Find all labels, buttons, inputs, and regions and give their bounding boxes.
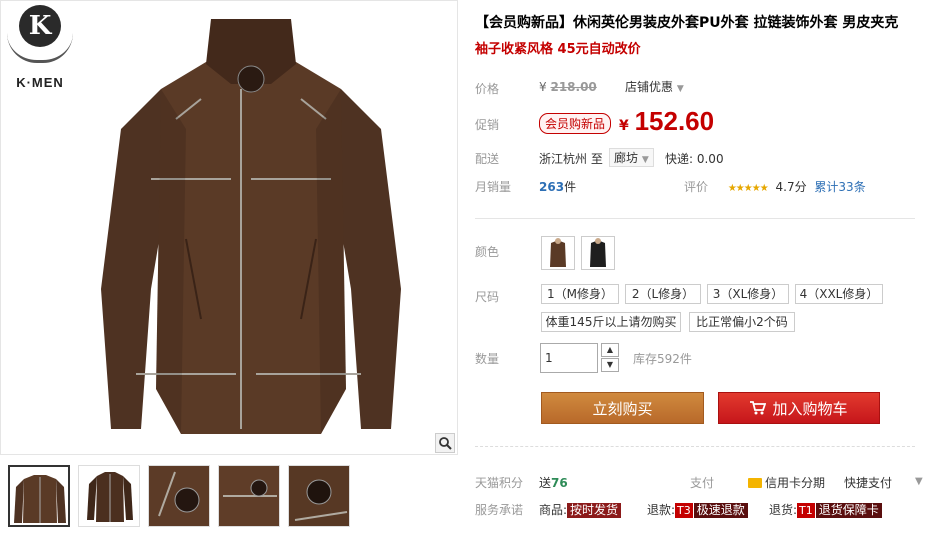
payment-label: 支付 [690, 476, 715, 490]
ship-to-city: 廊坊 [614, 151, 639, 165]
fast-refund-badge[interactable]: 极速退款 [693, 503, 748, 518]
size-option-l[interactable]: 2（L修身） [625, 284, 701, 304]
brand-logo: K K·MEN [5, 5, 75, 95]
promise-refund: 退款: T3 极速退款 [647, 501, 748, 518]
size-option-weight-note[interactable]: 体重145斤以上请勿购买 [541, 312, 681, 332]
orig-price: ¥ 218.00 [539, 80, 597, 94]
color-option-brown[interactable] [541, 236, 575, 270]
buy-now-button[interactable]: 立刻购买 [541, 392, 704, 424]
monthly-sales: 263件 [539, 178, 576, 195]
promise-label: 服务承诺 [475, 503, 524, 517]
quick-pay-option[interactable]: 快捷支付 [844, 474, 892, 491]
chevron-down-icon: ▼ [641, 155, 649, 165]
sales-unit: 件 [564, 180, 577, 194]
rating-label: 评价 [684, 180, 709, 194]
promise-goods-label: 商品: [539, 503, 568, 517]
thumbnail-detail-label [289, 466, 349, 526]
promo-currency: ¥ [619, 118, 629, 134]
jacket-image [101, 19, 401, 434]
quantity-input[interactable] [540, 343, 598, 373]
ship-from: 浙江杭州 至 [539, 150, 603, 167]
size-option-small-note[interactable]: 比正常偏小2个码 [689, 312, 795, 332]
quantity-increase-button[interactable]: ▲ [601, 343, 619, 357]
size-option-m[interactable]: 1（M修身） [541, 284, 619, 304]
credit-installment-option[interactable]: 信用卡分期 [748, 474, 825, 491]
chevron-down-icon: ▼ [676, 84, 684, 94]
product-subtitle: 袖子收紧风格 45元自动改价 [475, 42, 641, 57]
points-value: 送76 [539, 474, 568, 491]
quantity-decrease-button[interactable]: ▼ [601, 358, 619, 372]
points-text: 送 [539, 476, 552, 490]
thumbnail-jacket-alt [87, 472, 133, 522]
currency-symbol: ¥ [539, 80, 547, 94]
price-panel: 价格 ¥ 218.00 店铺优惠 ▼ 促销 会员购新品 ¥ 152.60 配送 … [475, 70, 930, 200]
promo-label: 促销 [475, 118, 500, 132]
color-swatch-brown-image [550, 238, 566, 267]
logo-wreath [7, 33, 73, 63]
thumbnail-jacket-front [14, 475, 66, 523]
sales-count: 263 [539, 180, 565, 194]
thumbnail-5[interactable] [288, 465, 350, 527]
shop-discount-label: 店铺优惠 [625, 80, 674, 94]
promise-return-label: 退货: [769, 503, 798, 517]
on-time-shipping-badge[interactable]: 按时发货 [567, 503, 622, 518]
ship-from-city: 浙江杭州 [539, 152, 588, 166]
thumbnail-strip [8, 465, 350, 527]
promo-price-value: 152.60 [634, 106, 715, 136]
chevron-down-icon[interactable]: ▼ [915, 476, 923, 487]
zoom-button[interactable] [435, 433, 455, 453]
shipping-label: 配送 [475, 152, 500, 166]
divider [475, 446, 915, 447]
refund-tier-tag: T3 [675, 503, 693, 518]
magnifier-icon [439, 437, 452, 450]
promise-refund-label: 退款: [647, 503, 676, 517]
points-label: 天猫积分 [475, 476, 524, 490]
ship-to-selector[interactable]: 廊坊 ▼ [609, 148, 654, 167]
promo-tag: 会员购新品 [539, 113, 612, 134]
main-product-image: K K·MEN [0, 0, 458, 455]
credit-installment-label: 信用卡分期 [765, 476, 826, 490]
rating-score: 4.7分 [775, 180, 807, 194]
product-gallery: K K·MEN [0, 0, 458, 535]
orig-price-label: 价格 [475, 82, 500, 96]
product-title: 【会员购新品】休闲英伦男装皮外套PU外套 拉链装饰外套 男皮夹克 [475, 15, 899, 31]
brand-logo-text: K·MEN [16, 75, 64, 90]
star-rating-icon: ★★★★★ [727, 183, 769, 194]
shop-discount-dropdown[interactable]: 店铺优惠 ▼ [625, 78, 684, 95]
stock-count: 库存592件 [633, 352, 692, 366]
thumbnail-4[interactable] [218, 465, 280, 527]
rating: 评价 ★★★★★ 4.7分 累计33条 [684, 178, 866, 195]
add-to-cart-button[interactable]: 加入购物车 [718, 392, 880, 424]
promise-return: 退货: T1 退货保障卡 [769, 501, 882, 518]
return-tier-tag: T1 [797, 503, 815, 518]
review-count-link[interactable]: 累计33条 [814, 180, 865, 194]
color-label: 颜色 [475, 245, 500, 259]
orig-price-value: 218.00 [550, 80, 597, 94]
thumbnail-detail-zip [219, 466, 279, 526]
divider [475, 218, 915, 219]
thumbnail-1[interactable] [8, 465, 70, 527]
promo-price: ¥ 152.60 [619, 106, 714, 137]
size-option-xl[interactable]: 3（XL修身） [707, 284, 789, 304]
return-guarantee-badge[interactable]: 退货保障卡 [815, 503, 882, 518]
size-option-xxl[interactable]: 4（XXL修身） [795, 284, 883, 304]
size-label: 尺码 [475, 290, 500, 304]
sales-label: 月销量 [475, 180, 512, 194]
shipping-fee: 快递: 0.00 [665, 152, 724, 166]
quantity-label: 数量 [475, 352, 500, 366]
points-number: 76 [551, 476, 568, 490]
thumbnail-2[interactable] [78, 465, 140, 527]
color-option-black[interactable] [581, 236, 615, 270]
ship-to-word: 至 [590, 152, 603, 166]
credit-card-icon [748, 477, 762, 488]
product-info: 【会员购新品】休闲英伦男装皮外套PU外套 拉链装饰外套 男皮夹克 袖子收紧风格 … [475, 0, 930, 535]
thumbnail-detail-collar [149, 466, 209, 526]
add-to-cart-label: 加入购物车 [772, 400, 848, 418]
color-swatch-black-image [590, 238, 606, 267]
promise-goods: 商品: 按时发货 [539, 501, 622, 518]
thumbnail-3[interactable] [148, 465, 210, 527]
cart-icon [750, 401, 767, 415]
